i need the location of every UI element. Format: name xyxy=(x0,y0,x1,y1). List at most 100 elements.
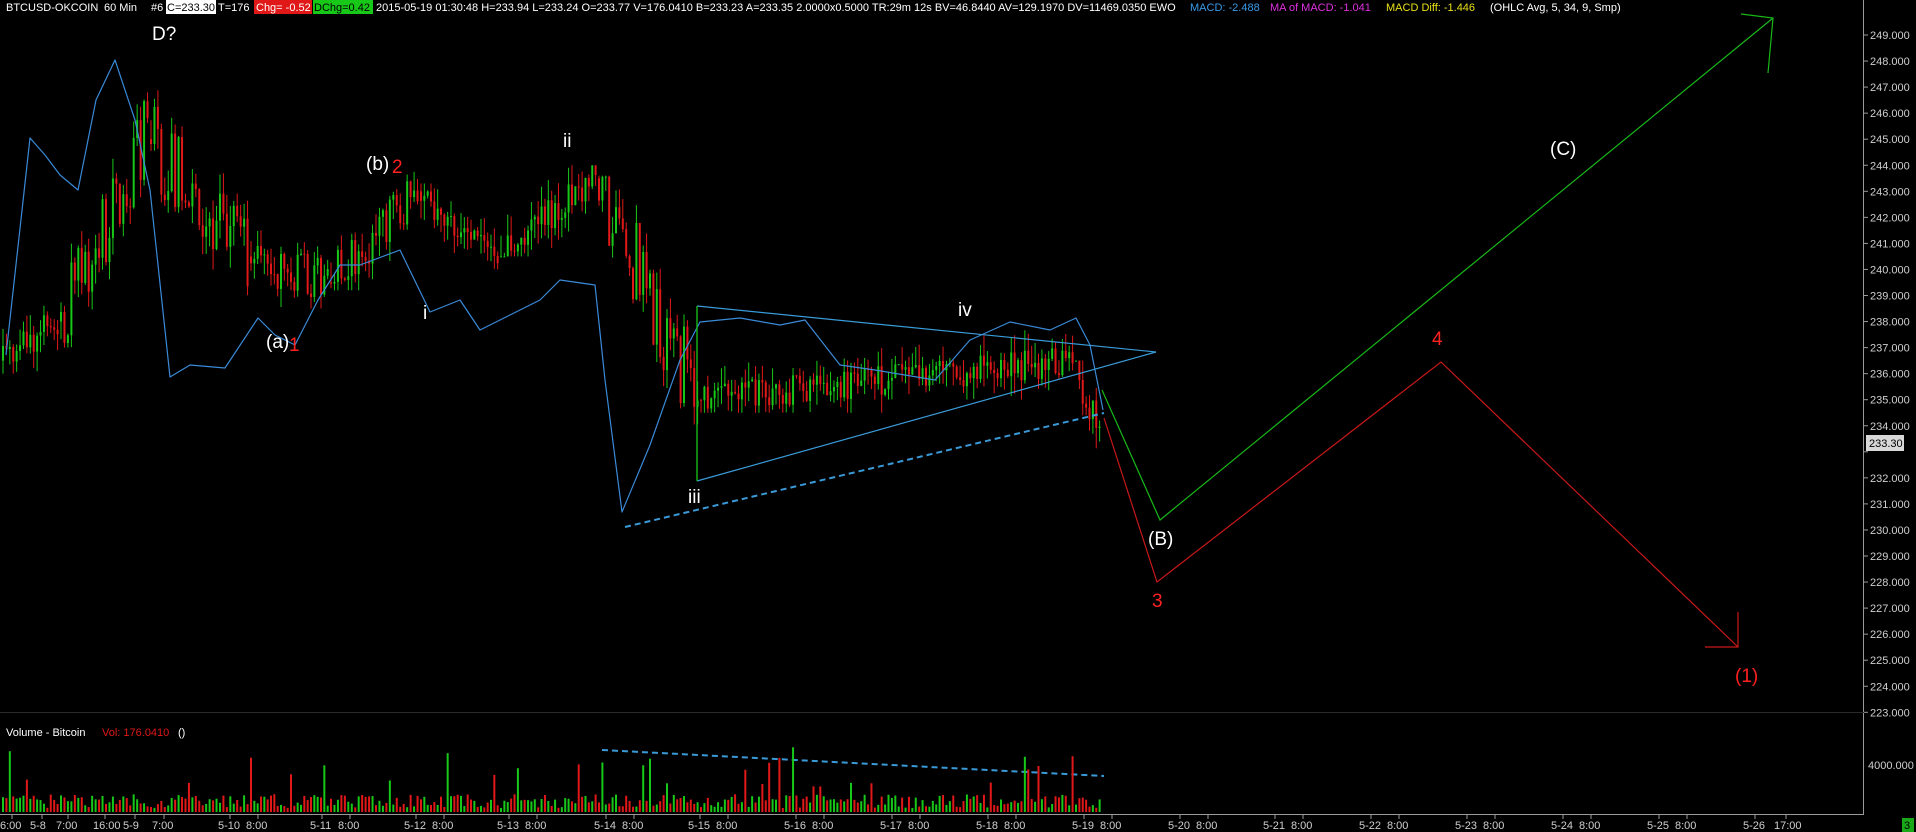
candle-body xyxy=(490,246,492,248)
time-tick-label: 8:00 xyxy=(1291,820,1312,832)
candle-body xyxy=(843,371,846,398)
candle-body xyxy=(306,253,309,294)
tick-label: T=176 xyxy=(218,2,250,14)
candle-body xyxy=(483,235,486,241)
volume-bar xyxy=(513,794,516,812)
volume-bar xyxy=(70,801,73,812)
volume-bar xyxy=(584,795,587,812)
candle-body xyxy=(873,376,876,384)
candle-body xyxy=(12,347,15,362)
volume-bar xyxy=(368,796,371,812)
volume-bar xyxy=(205,803,208,812)
time-tick-label: 16:00 xyxy=(93,820,121,832)
volume-bar xyxy=(887,794,890,812)
volume-bar xyxy=(101,795,104,812)
candle-body xyxy=(129,206,132,208)
volume-bar xyxy=(416,795,419,812)
candle-body xyxy=(320,257,322,295)
chart-canvas[interactable]: 249.000 248.000 247.000 246.000 245.000 244.0… xyxy=(0,0,1916,832)
candle-body xyxy=(111,178,114,238)
volume-bar xyxy=(846,799,849,812)
volume-bar xyxy=(1034,801,1037,812)
candle-body xyxy=(496,255,499,264)
candle-body xyxy=(1064,350,1067,359)
candle-body xyxy=(686,326,689,360)
time-tick-label: 8:00 xyxy=(338,820,359,832)
volume-bar xyxy=(925,806,927,812)
candle-body xyxy=(101,199,104,258)
candle-body xyxy=(153,106,156,144)
candle-body xyxy=(723,383,726,387)
candlestick-series xyxy=(2,90,1101,449)
candle-body xyxy=(1040,358,1043,379)
candle-body xyxy=(1054,348,1057,374)
volume-bar xyxy=(486,802,489,812)
volume-bar xyxy=(1047,807,1050,812)
volume-bar xyxy=(669,803,672,812)
candle-body xyxy=(184,200,187,203)
candle-body xyxy=(2,346,4,361)
price-tick-label: 244.000 xyxy=(1870,160,1910,172)
candle-body xyxy=(996,373,999,379)
candle-body xyxy=(894,364,897,378)
candle-body xyxy=(260,245,262,256)
volume-bar xyxy=(66,801,69,812)
candle-body xyxy=(333,281,336,284)
wave-label-ii: ii xyxy=(563,131,571,152)
candle-body xyxy=(392,195,395,200)
volume-bar xyxy=(29,798,32,812)
volume-bar xyxy=(316,796,319,812)
volume-bar xyxy=(286,807,289,812)
volume-bar xyxy=(921,800,924,812)
candle-body xyxy=(84,251,87,283)
price-tick-label: 247.000 xyxy=(1870,82,1910,94)
candle-body xyxy=(645,251,648,289)
candle-body xyxy=(25,331,28,348)
volume-bar xyxy=(1078,798,1081,812)
candle-body xyxy=(1098,426,1101,428)
volume-bar xyxy=(768,762,771,812)
volume-extra: () xyxy=(178,727,185,739)
time-tick-label: 5-25 xyxy=(1647,820,1669,832)
volume-bar xyxy=(36,799,39,812)
volume-bar xyxy=(897,806,900,812)
volume-bar xyxy=(42,803,45,812)
volume-header: Volume - Bitcoin Vol: 176.0410 () xyxy=(6,727,185,739)
candle-body xyxy=(506,235,509,257)
volume-bar xyxy=(146,806,149,812)
candle-body xyxy=(751,379,754,382)
volume-bar xyxy=(795,795,798,812)
candle-body xyxy=(466,228,469,233)
volume-bar xyxy=(260,796,262,812)
price-tick-label: 249.000 xyxy=(1870,30,1910,42)
candle-body xyxy=(717,387,720,391)
triangle-upper-line xyxy=(696,305,1157,353)
volume-bar xyxy=(554,799,557,812)
volume-bar xyxy=(473,800,476,812)
volume-bar xyxy=(490,799,492,812)
volume-bar xyxy=(744,769,747,812)
volume-bar xyxy=(982,794,985,812)
candle-body xyxy=(364,257,367,261)
candle-body xyxy=(877,366,880,384)
volume-bar xyxy=(638,800,641,812)
candle-body xyxy=(942,361,945,371)
symbol-label: BTCUSD-OKCOIN xyxy=(6,2,98,14)
volume-bar xyxy=(436,805,439,812)
volume-bar xyxy=(270,795,272,812)
corner-badge-label: 3 xyxy=(1904,820,1910,832)
volume-bar xyxy=(450,796,452,812)
volume-bar xyxy=(218,802,221,812)
candle-body xyxy=(768,397,771,406)
volume-bar xyxy=(326,805,329,812)
candle-body xyxy=(436,208,439,220)
candle-body xyxy=(29,334,32,348)
candle-body xyxy=(8,347,11,349)
volume-bar xyxy=(73,794,76,812)
candle-body xyxy=(581,187,584,202)
volume-bar xyxy=(601,762,604,812)
volume-bar xyxy=(87,807,90,812)
volume-bar xyxy=(77,797,80,812)
candle-body xyxy=(1068,352,1071,359)
candle-body xyxy=(710,398,713,409)
